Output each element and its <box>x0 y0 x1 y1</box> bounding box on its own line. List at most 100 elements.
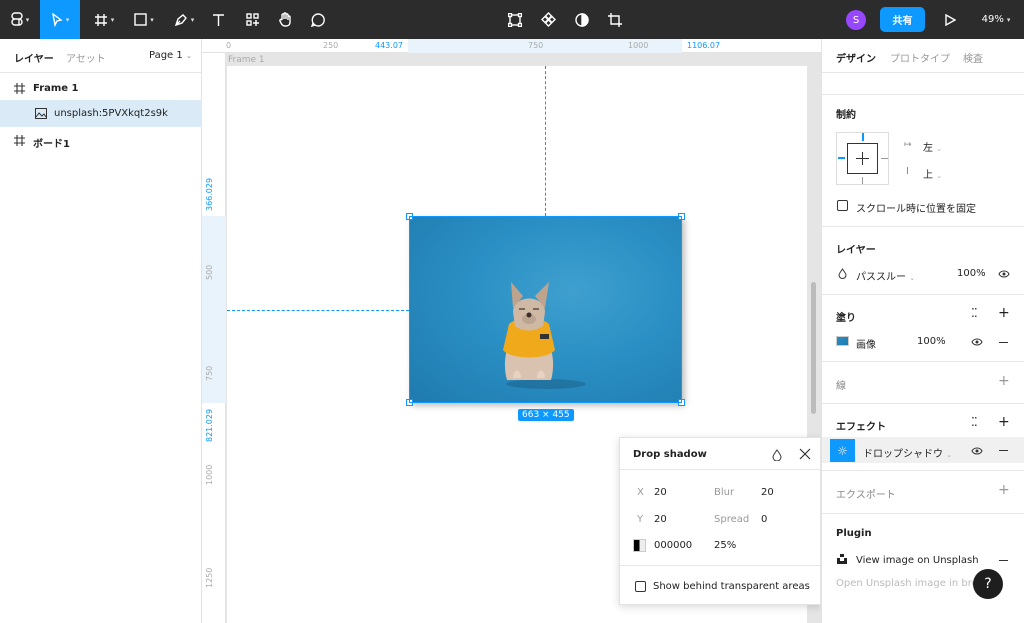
spread-input[interactable]: 0 <box>761 514 767 525</box>
create-component-button[interactable] <box>538 0 558 39</box>
show-behind-checkbox[interactable] <box>635 581 646 592</box>
guide-horizontal <box>227 310 409 311</box>
image-icon <box>35 108 47 119</box>
tab-layers[interactable]: レイヤー <box>14 50 54 65</box>
figma-logo-icon <box>11 11 23 26</box>
cursor-icon <box>51 12 63 27</box>
frame-icon <box>94 13 107 26</box>
fill-type-label[interactable]: 画像 <box>856 336 876 351</box>
blend-mode-icon[interactable] <box>772 449 782 461</box>
shadow-opacity-input[interactable]: 25% <box>714 540 736 551</box>
crop-button[interactable] <box>605 0 625 39</box>
divider <box>822 403 1024 404</box>
constraint-top-pin[interactable] <box>862 133 864 141</box>
tab-design[interactable]: デザイン <box>836 50 876 65</box>
zoom-menu[interactable]: 49% ▾ <box>976 0 1016 39</box>
effect-type-select[interactable]: ドロップシャドウ ⌄ <box>863 445 952 460</box>
blur-label: Blur <box>714 487 735 498</box>
ruler-tick: 750 <box>205 365 214 381</box>
frame-tool-button[interactable]: ▾ <box>88 0 120 39</box>
constraint-bottom-pin[interactable] <box>862 177 863 184</box>
edit-object-button[interactable] <box>505 0 525 39</box>
horizontal-constraint-icon: ↦ <box>904 140 912 150</box>
ruler-tick: 750 <box>528 41 544 50</box>
present-button[interactable] <box>940 0 960 39</box>
vertical-constraint-select[interactable]: 上 ⌄ <box>923 166 942 181</box>
share-button[interactable]: 共有 <box>880 7 925 32</box>
fill-opacity-input[interactable]: 100% <box>917 336 946 347</box>
close-icon[interactable] <box>799 448 811 460</box>
fix-position-checkbox[interactable] <box>837 200 848 211</box>
text-tool-button[interactable] <box>208 0 228 39</box>
resources-button[interactable] <box>242 0 262 39</box>
tab-inspect[interactable]: 検査 <box>963 50 983 65</box>
hand-tool-button[interactable] <box>275 0 295 39</box>
chevron-down-icon: ⌄ <box>936 145 943 153</box>
eye-icon[interactable] <box>998 270 1010 278</box>
ruler-tick: 0 <box>226 41 232 50</box>
layer-label: Frame 1 <box>33 83 79 94</box>
effect-styles-icon[interactable]: ⁚⁚ <box>971 415 978 429</box>
main-menu-button[interactable]: ▾ <box>0 0 40 39</box>
comment-tool-button[interactable] <box>308 0 328 39</box>
ruler-tick: 1250 <box>205 567 214 588</box>
page-name: Page 1 <box>149 50 183 61</box>
ruler-tick: 1000 <box>205 464 214 485</box>
constraint-widget[interactable] <box>836 132 889 185</box>
remove-fill-icon[interactable] <box>999 342 1008 343</box>
shadow-color-input[interactable]: 000000 <box>654 540 692 551</box>
text-icon <box>212 13 224 26</box>
divider <box>822 470 1024 471</box>
export-title: エクスポート <box>836 490 896 501</box>
layers-panel: レイヤー アセット Page 1 ⌄ Frame 1 unsplash:5PVX… <box>0 39 202 623</box>
plugin-item[interactable]: View image on Unsplash <box>856 555 979 566</box>
fill-styles-icon[interactable]: ⁚⁚ <box>971 306 978 320</box>
frame-label[interactable]: Frame 1 <box>228 55 265 65</box>
move-tool-button[interactable]: ▾ <box>40 0 80 39</box>
add-effect-icon[interactable]: + <box>998 414 1010 430</box>
mask-button[interactable] <box>572 0 592 39</box>
constraint-right-pin[interactable] <box>881 158 888 159</box>
sun-icon[interactable]: ☼ <box>830 439 855 462</box>
y-input[interactable]: 20 <box>654 514 667 525</box>
shape-tool-button[interactable]: ▾ <box>128 0 160 39</box>
add-fill-icon[interactable]: + <box>998 305 1010 321</box>
chevron-down-icon: ⌄ <box>909 274 916 282</box>
properties-panel: デザイン プロトタイプ 検査 制約 ↦ 左 ⌄ I 上 ⌄ スクロール時に位置を… <box>821 39 1024 623</box>
eye-icon[interactable] <box>971 447 983 455</box>
help-button[interactable]: ? <box>973 569 1003 599</box>
avatar[interactable]: S <box>846 10 866 30</box>
layer-item-board[interactable]: ボード1 <box>0 127 202 154</box>
layer-label: unsplash:5PVXkqt2s9k <box>54 108 168 119</box>
drop-shadow-popup: Drop shadow X 20 Blur 20 Y 20 Spread 0 0… <box>619 437 822 605</box>
remove-plugin-icon[interactable] <box>999 560 1008 561</box>
remove-effect-icon[interactable] <box>999 450 1008 451</box>
pen-tool-button[interactable]: ▾ <box>168 0 200 39</box>
ruler-tick: 1000 <box>628 41 649 50</box>
page-selector[interactable]: Page 1 ⌄ <box>149 50 192 61</box>
plugin-title: Plugin <box>836 528 872 539</box>
stroke-title: 線 <box>836 381 846 392</box>
chevron-down-icon: ⌄ <box>936 172 943 180</box>
x-input[interactable]: 20 <box>654 487 667 498</box>
fill-image-thumbnail[interactable] <box>836 336 849 346</box>
blur-input[interactable]: 20 <box>761 487 774 498</box>
layer-opacity-input[interactable]: 100% <box>957 268 986 279</box>
add-stroke-icon[interactable]: + <box>998 373 1010 389</box>
bounding-box-icon <box>508 12 522 27</box>
add-export-icon[interactable]: + <box>998 482 1010 498</box>
ruler-selection-end: 821.029 <box>205 408 214 442</box>
layer-item-image[interactable]: unsplash:5PVXkqt2s9k <box>0 100 202 127</box>
divider <box>620 565 822 566</box>
pen-icon <box>174 13 187 26</box>
layer-item-frame[interactable]: Frame 1 <box>0 75 202 102</box>
tab-assets[interactable]: アセット <box>66 50 106 65</box>
eye-icon[interactable] <box>971 338 983 346</box>
tab-prototype[interactable]: プロトタイプ <box>890 50 950 65</box>
constraint-left-pin[interactable] <box>838 157 845 159</box>
horizontal-constraint-select[interactable]: 左 ⌄ <box>923 139 942 154</box>
divider <box>822 294 1024 295</box>
shadow-color-swatch[interactable] <box>633 539 646 552</box>
canvas-scrollbar[interactable] <box>811 282 816 414</box>
blend-mode-select[interactable]: パススルー ⌄ <box>856 268 915 283</box>
